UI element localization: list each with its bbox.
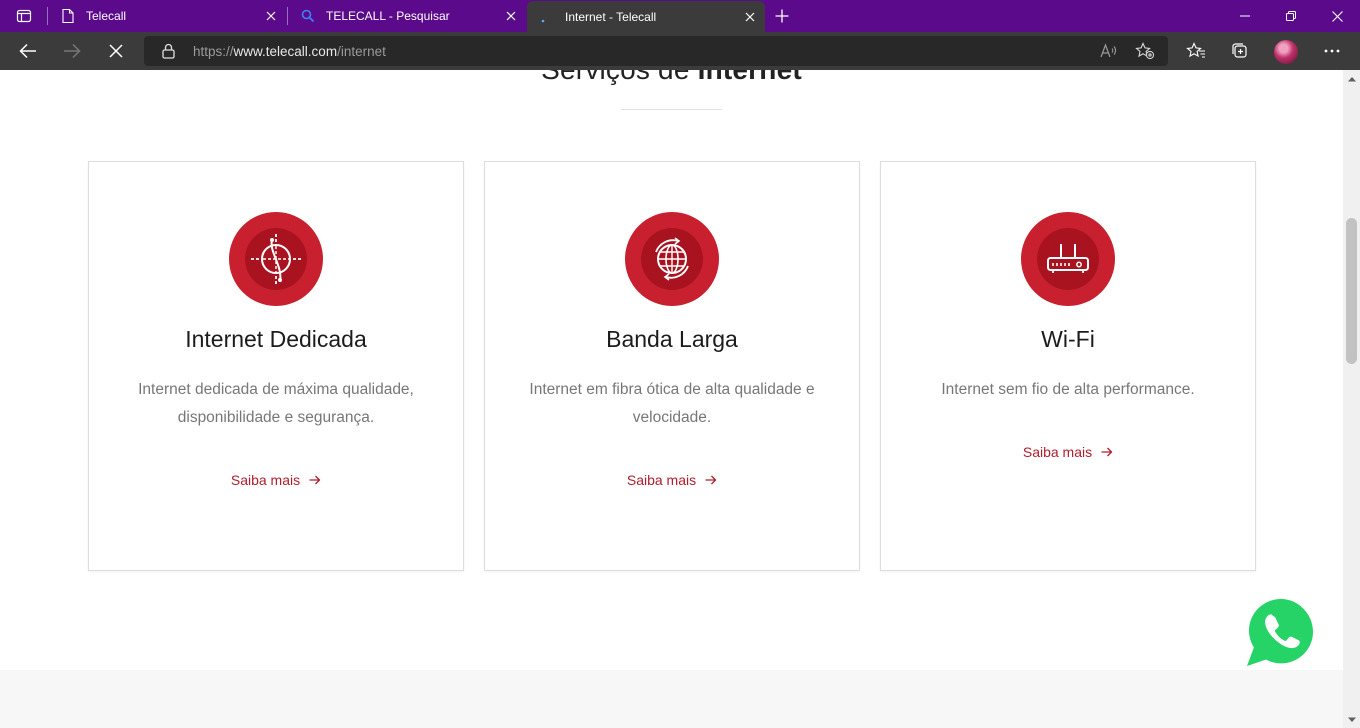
favorites-icon	[1186, 42, 1205, 58]
title-divider	[621, 109, 722, 110]
whatsapp-button[interactable]	[1245, 596, 1317, 668]
restore-button[interactable]	[1268, 0, 1314, 32]
whatsapp-icon	[1247, 599, 1313, 666]
tab-actions-icon	[16, 9, 32, 23]
saiba-mais-link[interactable]: Saiba mais	[485, 472, 859, 488]
read-aloud-button[interactable]	[1096, 39, 1122, 63]
dedicated-internet-icon	[229, 212, 323, 306]
tab-actions-button[interactable]	[8, 4, 40, 28]
close-window-button[interactable]	[1314, 0, 1360, 32]
loading-icon	[539, 9, 555, 25]
tab-pesquisar[interactable]: TELECALL - Pesquisar	[288, 0, 526, 32]
minimize-button[interactable]	[1222, 0, 1268, 32]
star-add-icon	[1135, 42, 1155, 60]
tab-title: Internet - Telecall	[565, 9, 657, 24]
forward-button[interactable]	[56, 35, 88, 67]
next-section-band	[0, 670, 1343, 728]
scrollbar-thumb[interactable]	[1346, 218, 1357, 364]
arrow-right-icon	[309, 475, 321, 485]
back-button[interactable]	[12, 35, 44, 67]
arrow-right-icon	[64, 43, 81, 59]
card-description: Internet sem fio de alta performance.	[941, 381, 1195, 398]
saiba-mais-link[interactable]: Saiba mais	[881, 444, 1255, 460]
section-title-light: Serviços de	[541, 70, 690, 85]
service-card-internet-dedicada: Internet Dedicada Internet dedicada de m…	[88, 161, 464, 571]
url-host: www.telecall.com	[233, 44, 338, 59]
stop-loading-button[interactable]	[100, 35, 132, 67]
add-favorite-button[interactable]	[1132, 39, 1158, 63]
collections-button[interactable]	[1224, 35, 1256, 67]
stop-icon	[109, 44, 123, 58]
card-title: Internet Dedicada	[185, 326, 367, 352]
tab-title: Telecall	[86, 9, 127, 23]
browser-tabstrip: Telecall TELECALL - Pesquisar Internet -…	[0, 0, 1360, 32]
tab-close-icon[interactable]	[500, 5, 522, 27]
vertical-scrollbar[interactable]	[1343, 70, 1360, 728]
lock-icon[interactable]	[160, 43, 176, 59]
router-icon	[1021, 212, 1115, 306]
url-scheme: https://	[193, 44, 234, 59]
minimize-icon	[1240, 15, 1250, 17]
service-card-wifi: Wi-Fi Internet sem fio de alta performan…	[880, 161, 1256, 571]
address-bar[interactable]: https://www.telecall.com/internet	[144, 36, 1168, 66]
plus-icon	[775, 9, 789, 23]
search-icon	[300, 8, 316, 24]
tab-title: TELECALL - Pesquisar	[326, 9, 450, 23]
saiba-mais-link[interactable]: Saiba mais	[89, 472, 463, 488]
scroll-down-icon[interactable]	[1343, 711, 1360, 728]
arrow-right-icon	[705, 475, 717, 485]
scroll-up-icon[interactable]	[1343, 70, 1360, 87]
arrow-left-icon	[19, 43, 36, 59]
globe-icon	[625, 212, 719, 306]
section-title: Serviços de Internet	[0, 70, 1343, 86]
section-title-bold: Internet	[698, 70, 802, 85]
card-title: Banda Larga	[606, 326, 738, 352]
more-icon	[1324, 49, 1340, 53]
url-text[interactable]: https://www.telecall.com/internet	[193, 44, 386, 59]
page-viewport: Serviços de Internet Internet Dedicada I…	[0, 70, 1343, 728]
collections-icon	[1232, 43, 1247, 58]
page-icon	[60, 8, 76, 24]
card-description: Internet em fibra ótica de alta qualidad…	[529, 381, 815, 426]
read-aloud-icon	[1100, 43, 1117, 58]
favorites-button[interactable]	[1180, 35, 1212, 67]
tab-close-icon[interactable]	[739, 6, 761, 28]
arrow-right-icon	[1101, 447, 1113, 457]
card-description: Internet dedicada de máxima qualidade, d…	[138, 381, 414, 426]
link-label: Saiba mais	[230, 472, 301, 488]
tab-internet-telecall[interactable]: Internet - Telecall	[527, 1, 765, 32]
link-label: Saiba mais	[1022, 444, 1093, 460]
profile-avatar[interactable]	[1274, 40, 1298, 64]
card-title: Wi-Fi	[1041, 326, 1095, 352]
settings-menu-button[interactable]	[1316, 35, 1348, 67]
tab-telecall[interactable]: Telecall	[48, 0, 286, 32]
new-tab-button[interactable]	[770, 4, 794, 28]
browser-toolbar: https://www.telecall.com/internet	[0, 32, 1360, 70]
url-path: /internet	[337, 44, 386, 59]
restore-icon	[1286, 11, 1296, 21]
tab-close-icon[interactable]	[260, 5, 282, 27]
close-icon	[1331, 10, 1343, 22]
link-label: Saiba mais	[626, 472, 697, 488]
service-card-banda-larga: Banda Larga Internet em fibra ótica de a…	[484, 161, 860, 571]
